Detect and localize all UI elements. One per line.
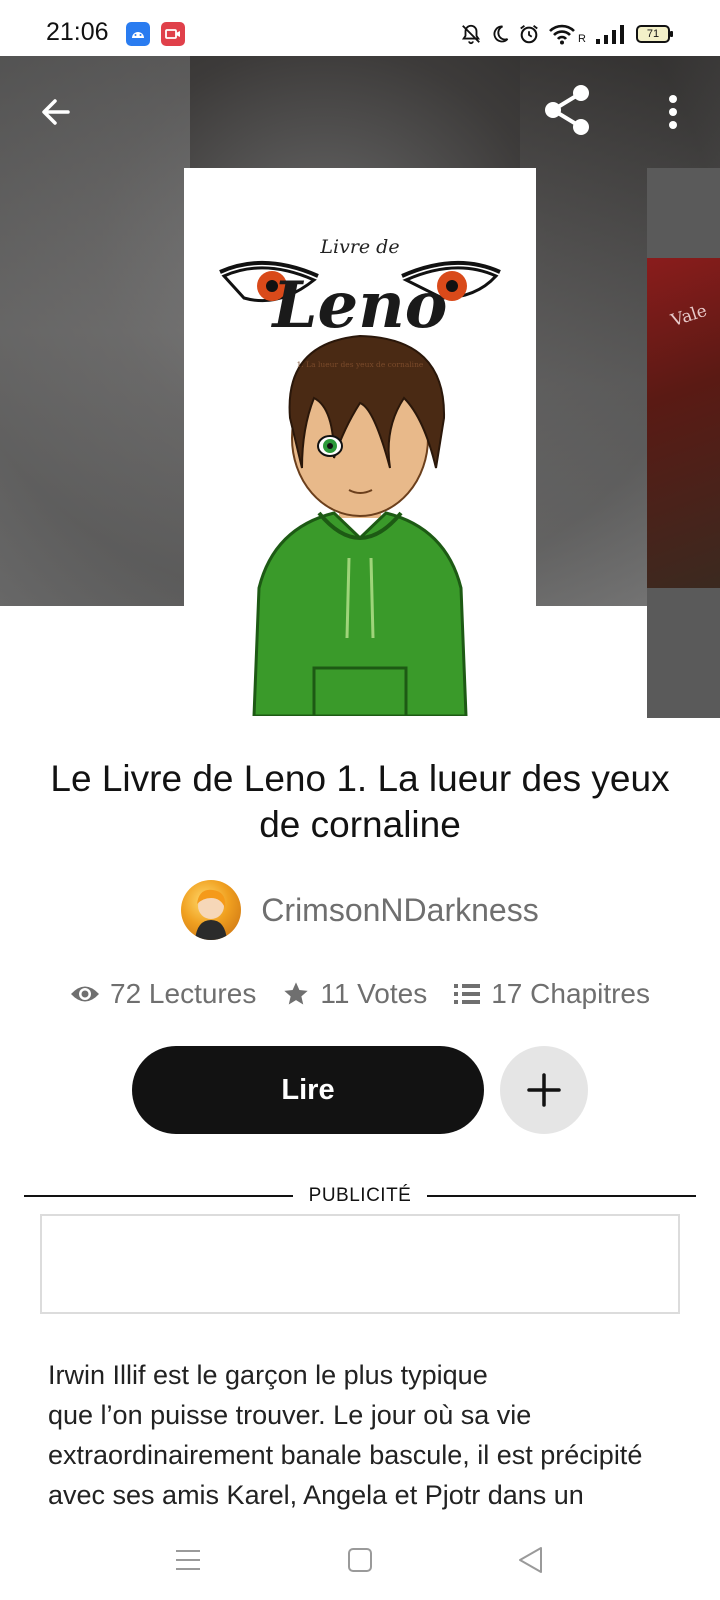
book-title: Le Livre de Leno 1. La lueur des yeux de…	[50, 758, 670, 845]
wifi-icon	[549, 24, 575, 45]
status-time: 21:06	[46, 18, 109, 46]
system-nav-bar	[0, 1518, 720, 1600]
mute-icon	[462, 24, 481, 45]
cover-subtitle: 1. La lueur des yeux de cornaline	[296, 360, 424, 369]
ad-divider-right	[427, 1195, 697, 1197]
stats-row: 72 Lectures 11 Votes 17 Chapitres	[0, 978, 720, 1010]
book-cover[interactable]: Livre de Leno 1. La lueur des yeux de co…	[184, 168, 536, 716]
status-bar: 21:06 R 71	[0, 0, 720, 56]
reads-stat: 72 Lectures	[70, 978, 256, 1010]
read-button[interactable]: Lire	[132, 1046, 484, 1134]
star-icon	[284, 982, 308, 1005]
home-button[interactable]	[342, 1542, 378, 1578]
network-label: R	[578, 33, 586, 45]
ad-divider-left	[24, 1195, 293, 1197]
battery-level: 71	[646, 28, 660, 40]
eye-icon	[71, 986, 99, 1002]
signal-icon	[596, 25, 624, 44]
share-icon	[545, 85, 589, 135]
chapters-stat: 17 Chapitres	[453, 978, 650, 1010]
screen-record-icon	[161, 22, 185, 46]
reads-count: 72 Lectures	[110, 978, 257, 1009]
status-icons: R 71	[460, 20, 673, 48]
battery-icon: 71	[636, 25, 673, 43]
author-name[interactable]: CrimsonNDarkness	[261, 892, 538, 929]
recent-apps-button[interactable]	[170, 1542, 206, 1578]
triangle-back-icon	[519, 1547, 542, 1573]
avatar-illustration	[195, 889, 228, 940]
book-description: Irwin Illif est le garçon le plus typiqu…	[48, 1360, 643, 1510]
android-icon	[126, 22, 150, 46]
square-icon	[348, 1548, 372, 1572]
cover-small-title: Livre de	[320, 236, 400, 258]
author-row[interactable]: CrimsonNDarkness	[0, 880, 720, 940]
moon-icon	[493, 25, 509, 43]
system-back-button[interactable]	[512, 1542, 548, 1578]
chapters-count: 17 Chapitres	[491, 978, 650, 1009]
author-avatar[interactable]	[181, 880, 242, 940]
more-options-button[interactable]	[645, 84, 701, 140]
cover-big-title: Leno	[272, 268, 448, 343]
votes-count: 11 Votes	[320, 978, 428, 1009]
back-button[interactable]	[28, 84, 84, 140]
menu-icon	[176, 1550, 200, 1570]
share-button[interactable]	[540, 82, 596, 138]
ad-slot[interactable]	[40, 1214, 680, 1314]
list-icon	[454, 984, 481, 1004]
back-arrow-icon	[42, 99, 70, 125]
plus-icon	[527, 1073, 561, 1107]
ad-label-row: PUBLICITÉ	[24, 1183, 697, 1209]
alarm-icon	[520, 25, 538, 44]
ad-label: PUBLICITÉ	[308, 1185, 412, 1206]
next-book-cover[interactable]: Vale	[647, 168, 720, 718]
add-to-library-button[interactable]	[500, 1046, 588, 1134]
more-vertical-icon	[669, 95, 677, 129]
votes-stat: 11 Votes	[282, 978, 427, 1010]
